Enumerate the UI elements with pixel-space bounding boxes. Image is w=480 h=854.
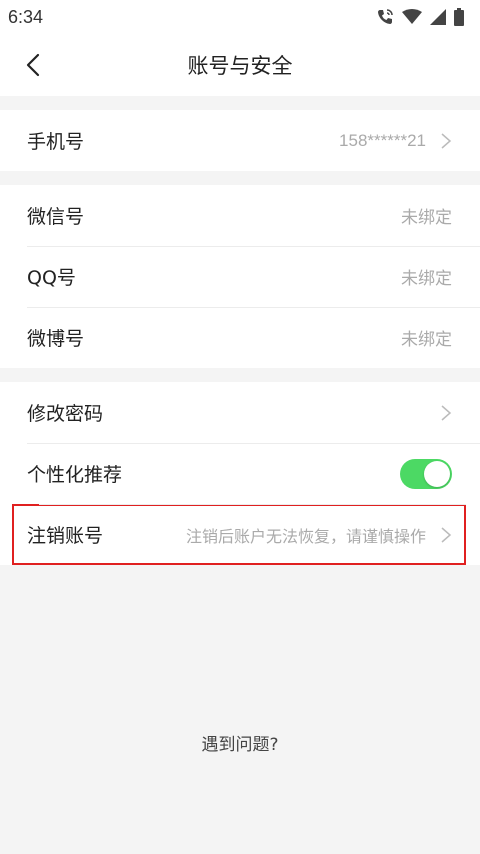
bindings-section: 微信号 未绑定 QQ号 未绑定 微博号 未绑定 (0, 185, 480, 368)
battery-icon (454, 8, 464, 26)
settings-section: 修改密码 个性化推荐 注销账号 注销后账户无法恢复，请谨慎操作 (0, 382, 480, 565)
phone-section: 手机号 158******21 (0, 110, 480, 171)
change-password-row[interactable]: 修改密码 (0, 382, 480, 443)
status-bar: 6:34 (0, 0, 480, 34)
weibo-label: 微博号 (27, 328, 85, 350)
personalized-recommendation-toggle[interactable] (400, 458, 452, 489)
qq-row[interactable]: QQ号 未绑定 (0, 246, 480, 307)
back-button[interactable] (18, 50, 48, 80)
help-link[interactable]: 遇到问题? (0, 730, 480, 755)
deactivate-account-hint: 注销后账户无法恢复，请谨慎操作 (185, 526, 426, 546)
phone-number-value: 158******21 (339, 130, 426, 150)
status-time: 6:34 (8, 6, 44, 27)
toggle-knob (424, 460, 450, 487)
wechat-label: 微信号 (27, 206, 85, 228)
wechat-status: 未绑定 (401, 208, 452, 228)
status-icons (376, 8, 464, 26)
weibo-row[interactable]: 微博号 未绑定 (0, 307, 480, 368)
personalized-recommendation-row: 个性化推荐 (0, 443, 480, 504)
page-title: 账号与安全 (187, 54, 293, 78)
wifi-calling-icon (378, 9, 393, 24)
qq-status: 未绑定 (401, 269, 452, 289)
change-password-label: 修改密码 (27, 403, 104, 425)
personalized-recommendation-label: 个性化推荐 (27, 464, 123, 486)
phone-number-row[interactable]: 手机号 158******21 (0, 110, 480, 171)
chevron-right-icon (441, 132, 452, 149)
nav-bar: 账号与安全 (0, 34, 480, 96)
wifi-icon (402, 9, 422, 24)
signal-icon (430, 9, 446, 25)
qq-label: QQ号 (27, 267, 76, 289)
deactivate-account-row[interactable]: 注销账号 注销后账户无法恢复，请谨慎操作 (12, 504, 466, 565)
wechat-row[interactable]: 微信号 未绑定 (0, 185, 480, 246)
back-arrow-icon (26, 53, 40, 77)
deactivate-account-label: 注销账号 (27, 525, 104, 547)
phone-number-label: 手机号 (27, 131, 85, 153)
weibo-status: 未绑定 (401, 330, 452, 350)
chevron-right-icon (441, 526, 452, 543)
chevron-right-icon (441, 404, 452, 421)
